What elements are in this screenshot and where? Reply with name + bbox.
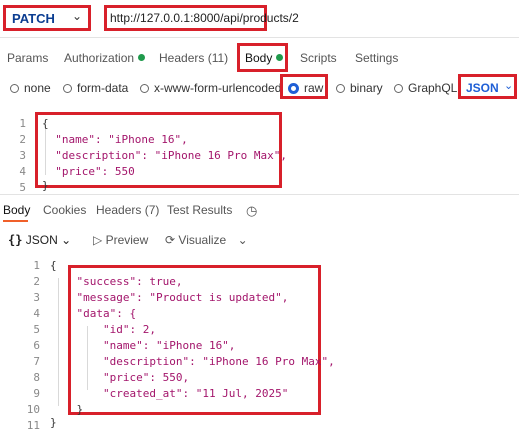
response-code-line: } [50,403,84,416]
line-number: 6 [33,339,40,352]
line-number: 3 [33,291,40,304]
tab-scripts[interactable]: Scripts [300,51,337,65]
history-icon[interactable]: ◷ [246,203,257,219]
tab-params[interactable]: Params [7,51,48,65]
response-tab-headers[interactable]: Headers (7) [96,203,159,217]
response-tab-body[interactable]: Body [3,203,30,217]
code-line[interactable]: { [42,117,49,130]
response-code-line: "name": "iPhone 16", [50,339,236,352]
radio-circle-icon [10,84,19,93]
radio-selected-icon [288,83,299,94]
radio-circle-icon [63,84,72,93]
line-number: 5 [19,181,26,194]
radio-urlencoded[interactable]: x-www-form-urlencoded [140,81,281,95]
radio-circle-icon [336,84,345,93]
active-tab-indicator [3,220,28,222]
braces-icon: {} [8,233,23,247]
radio-circle-icon [394,84,403,93]
tab-authorization[interactable]: Authorization [64,51,146,65]
chevron-down-icon[interactable]: ⌄ [72,9,82,23]
response-format-select[interactable]: {} JSON ⌄ [8,233,71,247]
radio-binary[interactable]: binary [336,81,383,95]
line-number: 10 [26,403,40,416]
response-code-line: "message": "Product is updated", [50,291,289,304]
divider [0,37,519,38]
line-number: 5 [33,323,40,336]
radio-raw[interactable]: raw [288,81,323,95]
radio-graphql[interactable]: GraphQL [394,81,457,95]
response-code-line: "price": 550, [50,371,190,384]
http-method-select[interactable]: PATCH [12,11,55,26]
code-line[interactable]: "price": 550 [42,165,134,178]
status-dot-icon [138,54,146,61]
radio-form-data[interactable]: form-data [63,81,128,95]
visualize-icon: ⟳ [165,233,176,247]
body-format-select[interactable]: JSON [466,81,499,95]
line-number: 4 [19,165,26,178]
line-number: 4 [33,307,40,320]
url-input[interactable]: http://127.0.0.1:8000/api/products/2 [110,11,299,25]
line-number: 2 [19,133,26,146]
line-number: 1 [33,259,40,272]
status-dot-icon [276,54,284,61]
chevron-down-icon: ⌄ [61,233,72,247]
response-code-line: "id": 2, [50,323,156,336]
chevron-down-icon: ⌄ [237,233,248,247]
line-number: 3 [19,149,26,162]
response-code-line: { [50,259,57,272]
response-code-line: "data": { [50,307,137,320]
divider [0,194,519,195]
code-line[interactable]: } [42,179,49,192]
radio-none[interactable]: none [10,81,51,95]
code-line[interactable]: "name": "iPhone 16", [42,133,187,146]
response-code-line: } [50,416,57,429]
preview-button[interactable]: ▷ Preview [93,233,148,247]
response-code-line: "description": "iPhone 16 Pro Max", [50,355,335,368]
response-tab-cookies[interactable]: Cookies [43,203,86,217]
line-number: 9 [33,387,40,400]
line-number: 7 [33,355,40,368]
code-line[interactable]: "description": "iPhone 16 Pro Max", [42,149,287,162]
tab-settings[interactable]: Settings [355,51,398,65]
response-tab-test-results[interactable]: Test Results [167,203,232,217]
play-icon: ▷ [93,233,103,247]
line-number: 2 [33,275,40,288]
tab-body[interactable]: Body [245,51,284,65]
tab-headers[interactable]: Headers (11) [159,51,228,65]
response-code-line: "success": true, [50,275,183,288]
line-number: 8 [33,371,40,384]
line-number: 1 [19,117,26,130]
response-code-line: "created_at": "11 Jul, 2025" [50,387,289,400]
radio-circle-icon [140,84,149,93]
chevron-down-icon[interactable]: ⌄ [504,79,513,92]
visualize-button[interactable]: ⟳ Visualize ⌄ [165,233,248,247]
